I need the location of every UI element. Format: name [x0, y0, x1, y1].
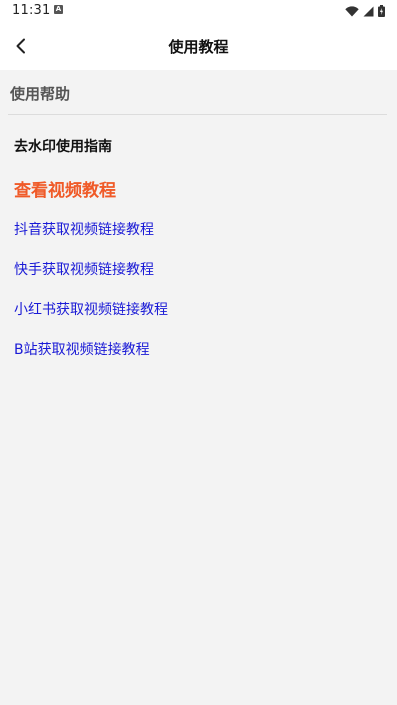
video-tutorial-heading: 查看视频教程 [14, 181, 116, 201]
battery-icon [378, 2, 385, 21]
status-icons [345, 4, 385, 18]
notification-a-icon: A [54, 5, 63, 14]
link-kuaishou-tutorial[interactable]: 快手获取视频链接教程 [14, 259, 154, 279]
signal-icon [363, 2, 374, 21]
link-xiaohongshu-tutorial[interactable]: 小红书获取视频链接教程 [14, 299, 168, 319]
section-title: 使用帮助 [10, 85, 71, 103]
help-content: 使用帮助 去水印使用指南 查看视频教程 抖音获取视频链接教程 快手获取视频链接教… [0, 70, 397, 705]
status-time: 11:31 [12, 3, 51, 18]
guide-heading: 去水印使用指南 [14, 139, 112, 155]
link-bilibili-tutorial[interactable]: B站获取视频链接教程 [14, 339, 150, 359]
divider [8, 114, 387, 115]
link-douyin-tutorial[interactable]: 抖音获取视频链接教程 [14, 219, 154, 239]
wifi-icon [345, 2, 359, 21]
page-title: 使用教程 [168, 38, 229, 56]
status-bar: 11:31 A [0, 0, 397, 22]
app-header: 使用教程 [0, 22, 397, 70]
